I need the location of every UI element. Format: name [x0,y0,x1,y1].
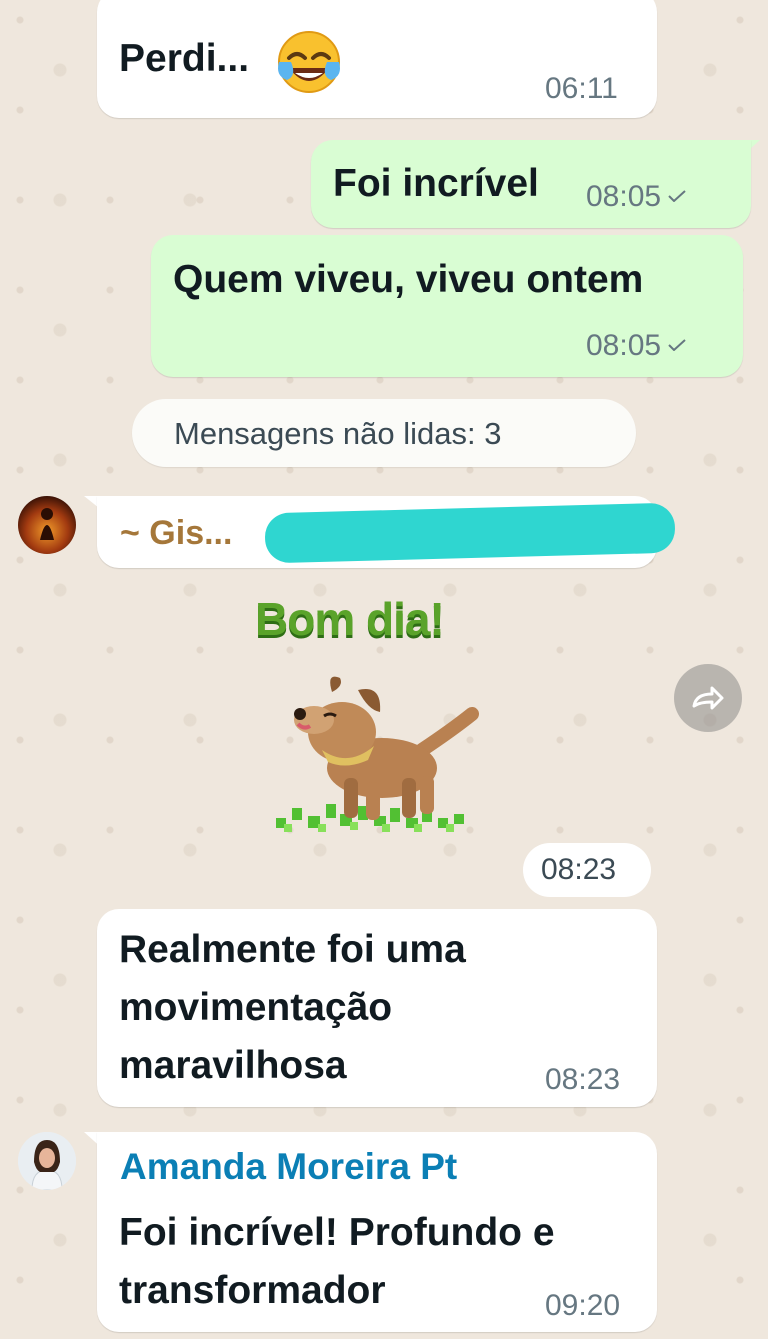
avatar-amanda[interactable] [18,1132,76,1190]
message-time: 08:05 [586,329,687,363]
forward-button[interactable] [674,664,742,732]
dog-sticker-icon[interactable] [262,658,482,848]
message-time: 06:11 [545,72,618,105]
sender-name-amanda[interactable]: Amanda Moreira Pt [120,1146,457,1188]
single-check-icon [668,190,686,202]
message-line-1: Realmente foi uma [119,928,466,971]
unread-messages-label: Mensagens não lidas: 3 [174,416,502,451]
message-text: Quem viveu, viveu ontem [173,258,644,301]
message-line-1: Foi incrível! Profundo e [119,1211,555,1254]
sticker-time: 08:23 [541,853,617,886]
message-time: 08:23 [545,1063,621,1096]
message-bubble-realmente[interactable]: Realmente foi uma movimentação maravilho… [97,909,657,1107]
message-line-2: movimentação [119,986,393,1029]
message-time: 09:20 [545,1289,621,1322]
message-bubble-foi-incrivel[interactable]: Foi incrível 08:05 [311,140,751,228]
message-text: Foi incrível [333,162,539,205]
sticker-caption: Bom dia! [255,593,445,645]
sticker-time-pill: 08:23 [523,843,651,897]
message-text: Perdi... [119,37,250,80]
forward-icon [692,686,724,710]
tears-of-joy-emoji-icon [275,28,343,96]
message-bubble-perdi[interactable]: Perdi... 06:11 [97,0,657,118]
message-bubble-quem-viveu[interactable]: Quem viveu, viveu ontem 08:05 [151,235,743,377]
single-check-icon [668,339,686,351]
message-time: 08:05 [586,180,687,214]
message-time-value: 08:05 [586,329,662,362]
avatar-gis[interactable] [18,496,76,554]
sender-name-gis[interactable]: ~ Gis... [120,514,232,553]
message-time-value: 08:05 [586,180,662,213]
message-line-2: transformador [119,1269,386,1312]
message-line-3: maravilhosa [119,1044,347,1087]
unread-messages-banner: Mensagens não lidas: 3 [132,399,636,467]
